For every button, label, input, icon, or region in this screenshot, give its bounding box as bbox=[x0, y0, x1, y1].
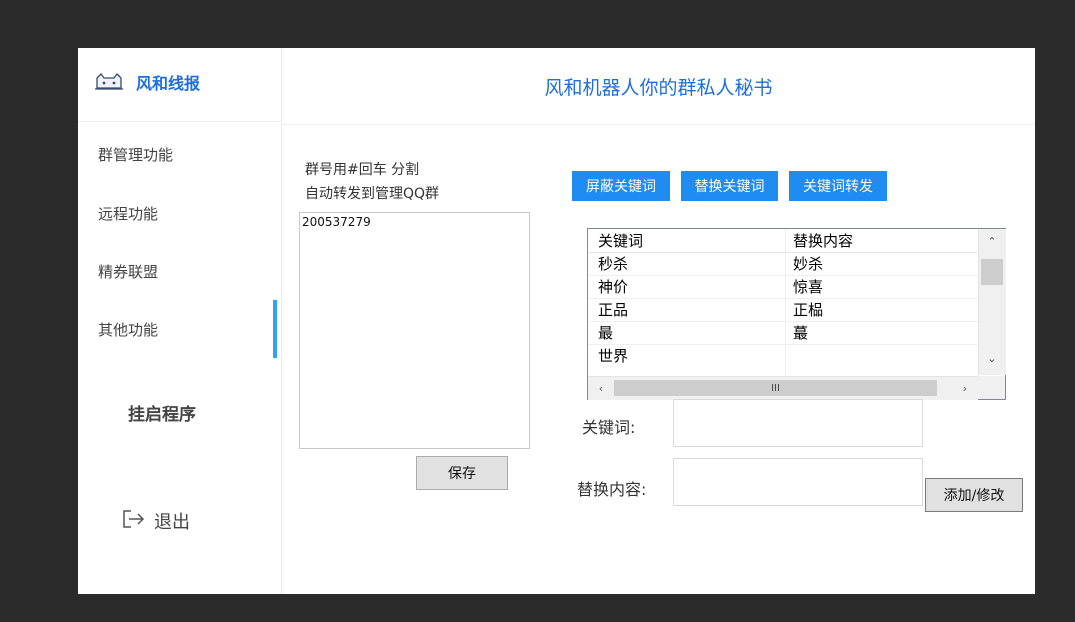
keyword-cell: 秒杀 bbox=[598, 255, 629, 273]
brand-divider bbox=[78, 121, 281, 122]
logout-label: 退出 bbox=[154, 512, 190, 533]
keyword-cell: 世界 bbox=[598, 347, 629, 365]
header-divider bbox=[282, 124, 1035, 125]
keyword-cell: 正品 bbox=[598, 301, 629, 319]
replacement-cell: 惊喜 bbox=[793, 278, 824, 296]
logout-button[interactable]: 退出 bbox=[122, 508, 190, 534]
launch-program-button[interactable]: 挂启程序 bbox=[128, 400, 196, 425]
table-row[interactable]: 最 蕞 bbox=[588, 321, 978, 345]
scroll-left-icon[interactable]: ‹ bbox=[590, 377, 612, 399]
sidebar-item-remote[interactable]: 远程功能 bbox=[98, 203, 158, 224]
sidebar-item-other[interactable]: 其他功能 bbox=[98, 319, 158, 340]
table-header-row: 关键词 替换内容 bbox=[588, 229, 978, 253]
group-hint-line1: 群号用#回车 分割 bbox=[305, 162, 420, 178]
sidebar: 风和线报 群管理功能 远程功能 精券联盟 其他功能 挂启程序 退出 bbox=[78, 48, 281, 594]
replace-keyword-button[interactable]: 替换关键词 bbox=[681, 171, 778, 201]
horizontal-scrollbar[interactable]: ‹ III › bbox=[588, 376, 978, 400]
replacement-cell: 蕞 bbox=[793, 324, 809, 342]
vertical-scrollbar[interactable]: ⌃ ⌄ bbox=[978, 229, 1006, 375]
app-window: 风和线报 群管理功能 远程功能 精券联盟 其他功能 挂启程序 退出 风和机器人你… bbox=[78, 48, 1035, 594]
replacement-input[interactable] bbox=[673, 458, 923, 506]
table-row[interactable]: 神价 惊喜 bbox=[588, 275, 978, 299]
vertical-scroll-thumb[interactable] bbox=[981, 259, 1003, 285]
block-keyword-button[interactable]: 屏蔽关键词 bbox=[572, 171, 670, 201]
table-row[interactable]: 正品 正榀 bbox=[588, 298, 978, 322]
scroll-right-icon[interactable]: › bbox=[954, 377, 976, 399]
replacement-label: 替换内容: bbox=[577, 480, 647, 499]
keyword-cell: 神价 bbox=[598, 278, 629, 296]
logout-icon bbox=[122, 509, 146, 533]
forward-keyword-button[interactable]: 关键词转发 bbox=[789, 171, 887, 201]
sidebar-item-coupon-alliance[interactable]: 精券联盟 bbox=[98, 261, 158, 282]
brand: 风和线报 bbox=[94, 68, 200, 96]
table-row[interactable]: 世界 bbox=[588, 344, 978, 376]
replacement-cell: 妙杀 bbox=[793, 255, 824, 273]
add-modify-button[interactable]: 添加/修改 bbox=[925, 478, 1023, 512]
keyword-cell: 最 bbox=[598, 324, 614, 342]
scroll-down-icon[interactable]: ⌄ bbox=[981, 347, 1003, 369]
sidebar-item-group-management[interactable]: 群管理功能 bbox=[98, 144, 173, 165]
scroll-up-icon[interactable]: ⌃ bbox=[981, 230, 1003, 252]
group-hint: 群号用#回车 分割 自动转发到管理QQ群 bbox=[305, 158, 439, 206]
group-hint-line2: 自动转发到管理QQ群 bbox=[305, 186, 440, 202]
keyword-label: 关键词: bbox=[582, 418, 636, 437]
cat-logo-icon bbox=[94, 72, 124, 92]
page-title: 风和机器人你的群私人秘书 bbox=[544, 76, 773, 99]
horizontal-scroll-thumb[interactable]: III bbox=[614, 380, 937, 396]
scrollbar-corner bbox=[978, 376, 1005, 399]
column-header-keyword[interactable]: 关键词 bbox=[598, 232, 643, 250]
sidebar-divider bbox=[281, 48, 282, 594]
replacement-cell: 正榀 bbox=[793, 301, 824, 319]
keyword-table[interactable]: 关键词 替换内容 秒杀 妙杀 神价 惊喜 正品 正榀 最 蕞 世界 ⌃ ⌄ ‹ … bbox=[587, 228, 1006, 400]
active-indicator bbox=[273, 300, 277, 358]
group-numbers-textarea[interactable]: 200537279 bbox=[299, 212, 530, 449]
table-row[interactable]: 秒杀 妙杀 bbox=[588, 252, 978, 276]
save-button[interactable]: 保存 bbox=[416, 456, 508, 490]
brand-label: 风和线报 bbox=[136, 74, 201, 93]
keyword-input[interactable] bbox=[673, 399, 923, 447]
column-header-replacement[interactable]: 替换内容 bbox=[793, 232, 853, 250]
